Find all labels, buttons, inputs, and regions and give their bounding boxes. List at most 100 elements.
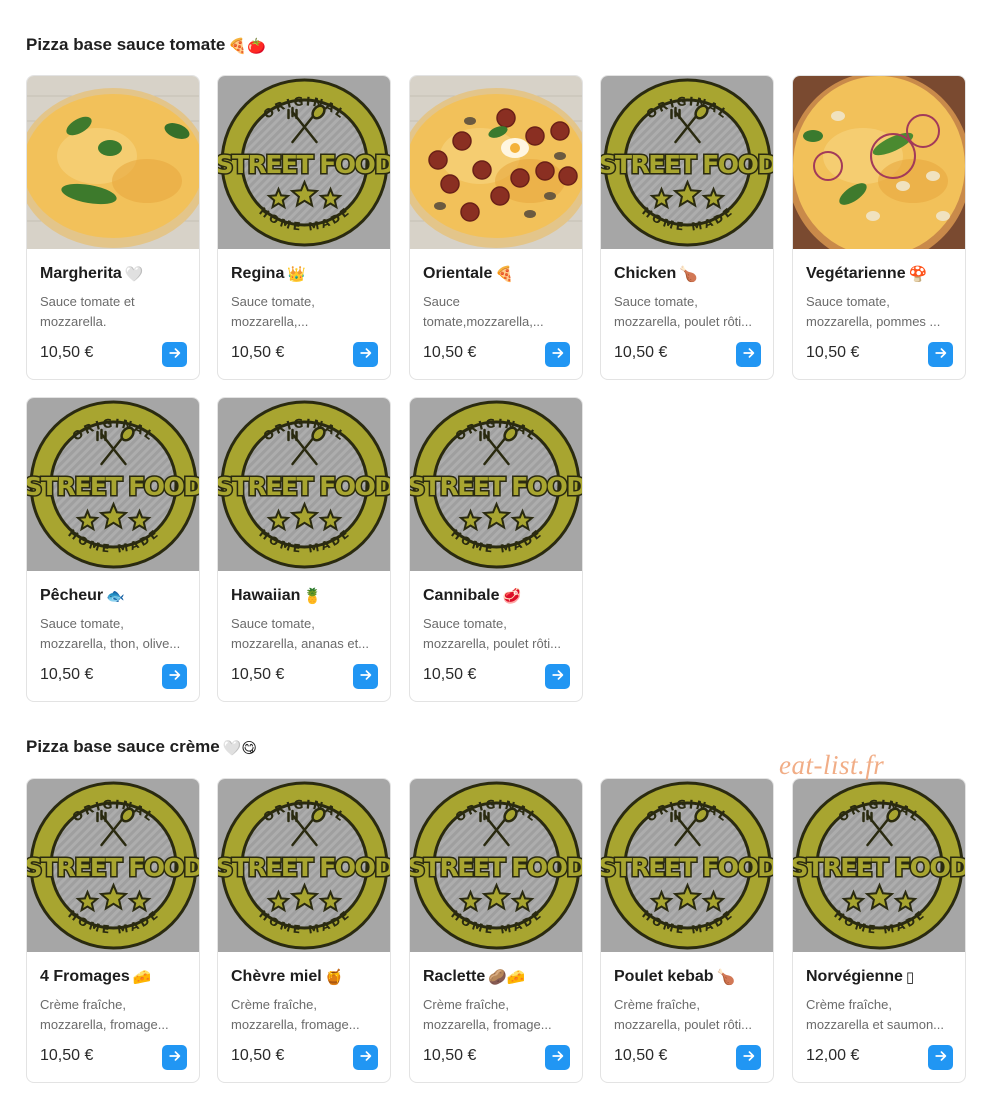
product-name: Cannibale 🥩 xyxy=(423,587,522,605)
svg-text:STREET FOOD: STREET FOOD xyxy=(27,472,199,501)
arrow-right-icon xyxy=(168,668,182,685)
product-name: Raclette 🥔🧀 xyxy=(423,968,526,986)
product-description: Sauce tomate, mozzarella, poulet rôti... xyxy=(614,294,753,329)
product-price: 10,50 € xyxy=(423,1047,477,1064)
arrow-right-icon xyxy=(551,1049,565,1066)
add-to-cart-button[interactable] xyxy=(736,342,761,367)
product-card[interactable]: ORIGINAL HOME MADE STREET FOOD Poulet ke… xyxy=(600,778,774,1083)
arrow-right-icon xyxy=(168,1049,182,1066)
product-image: ORIGINAL HOME MADE STREET FOOD xyxy=(218,398,390,571)
arrow-right-icon xyxy=(359,1049,373,1066)
product-price: 10,50 € xyxy=(40,344,94,361)
add-to-cart-button[interactable] xyxy=(353,342,378,367)
product-card[interactable]: ORIGINAL HOME MADE STREET FOOD Chicken 🍗 … xyxy=(600,75,774,380)
svg-text:STREET FOOD: STREET FOOD xyxy=(793,853,965,882)
arrow-right-icon xyxy=(551,668,565,685)
product-price: 10,50 € xyxy=(231,666,285,683)
product-card[interactable]: ORIGINAL HOME MADE STREET FOOD Raclette 🥔… xyxy=(409,778,583,1083)
product-price: 10,50 € xyxy=(423,344,477,361)
product-description: Sauce tomate, mozzarella, ananas et... xyxy=(231,616,370,651)
product-image: ORIGINAL HOME MADE STREET FOOD xyxy=(27,398,199,571)
product-image xyxy=(27,76,199,249)
add-to-cart-button[interactable] xyxy=(545,342,570,367)
add-to-cart-button[interactable] xyxy=(545,1045,570,1070)
add-to-cart-button[interactable] xyxy=(928,342,953,367)
product-card[interactable]: ORIGINAL HOME MADE STREET FOOD Chèvre mi… xyxy=(217,778,391,1083)
product-name: Margherita 🤍 xyxy=(40,265,144,283)
product-image: ORIGINAL HOME MADE STREET FOOD xyxy=(218,779,390,952)
svg-text:STREET FOOD: STREET FOOD xyxy=(218,150,390,179)
product-name: Pêcheur 🐟 xyxy=(40,587,125,605)
arrow-right-icon xyxy=(742,346,756,363)
product-image xyxy=(793,76,965,249)
product-card[interactable]: ORIGINAL HOME MADE STREET FOOD Hawaiian 🍍… xyxy=(217,397,391,702)
product-description: Sauce tomate, mozzarella, thon, olive... xyxy=(40,616,181,651)
product-price: 10,50 € xyxy=(40,1047,94,1064)
product-name: Norvégienne ▯ xyxy=(806,968,915,986)
arrow-right-icon xyxy=(168,346,182,363)
svg-text:STREET FOOD: STREET FOOD xyxy=(410,853,582,882)
product-name: 4 Fromages 🧀 xyxy=(40,968,152,986)
product-image: ORIGINAL HOME MADE STREET FOOD xyxy=(410,779,582,952)
product-price: 10,50 € xyxy=(806,344,860,361)
arrow-right-icon xyxy=(359,346,373,363)
svg-text:STREET FOOD: STREET FOOD xyxy=(601,853,773,882)
product-card[interactable]: ORIGINAL HOME MADE STREET FOOD Cannibale… xyxy=(409,397,583,702)
add-to-cart-button[interactable] xyxy=(928,1045,953,1070)
add-to-cart-button[interactable] xyxy=(162,342,187,367)
product-image xyxy=(410,76,582,249)
product-image: ORIGINAL HOME MADE STREET FOOD xyxy=(410,398,582,571)
svg-text:STREET FOOD: STREET FOOD xyxy=(218,472,390,501)
arrow-right-icon xyxy=(934,346,948,363)
product-description: Crème fraîche, mozzarella et saumon... xyxy=(806,997,945,1032)
product-image: ORIGINAL HOME MADE STREET FOOD xyxy=(601,779,773,952)
watermark: eat-list.fr xyxy=(779,750,885,780)
section-title-tomate: Pizza base sauce tomate 🍕🍅 xyxy=(26,35,266,55)
add-to-cart-button[interactable] xyxy=(353,664,378,689)
product-image: ORIGINAL HOME MADE STREET FOOD xyxy=(793,779,965,952)
product-name: Chèvre miel 🍯 xyxy=(231,968,344,986)
product-name: Poulet kebab 🍗 xyxy=(614,968,736,986)
product-card[interactable]: Vegétarienne 🍄 Sauce tomate, mozzarella, … xyxy=(792,75,966,380)
product-name: Hawaiian 🍍 xyxy=(231,587,323,605)
svg-text:STREET FOOD: STREET FOOD xyxy=(601,150,773,179)
add-to-cart-button[interactable] xyxy=(736,1045,761,1070)
product-description: Sauce tomate et mozzarella. xyxy=(40,294,135,329)
section-title-creme: Pizza base sauce crème 🤍😋 xyxy=(26,737,258,757)
product-card[interactable]: Orientale 🍕 Sauce tomate,mozzarella,... 1… xyxy=(409,75,583,380)
product-card[interactable]: ORIGINAL HOME MADE STREET FOOD Norvégien… xyxy=(792,778,966,1083)
product-description: Crème fraîche, mozzarella, poulet rôti..… xyxy=(614,997,753,1032)
product-name: Regina 👑 xyxy=(231,265,307,283)
product-name: Vegétarienne 🍄 xyxy=(806,265,928,283)
svg-text:STREET FOOD: STREET FOOD xyxy=(27,853,199,882)
add-to-cart-button[interactable] xyxy=(162,664,187,689)
product-price: 10,50 € xyxy=(231,1047,285,1064)
product-image: ORIGINAL HOME MADE STREET FOOD xyxy=(601,76,773,249)
product-price: 10,50 € xyxy=(614,344,668,361)
product-description: Sauce tomate,mozzarella,... xyxy=(423,294,544,329)
product-price: 10,50 € xyxy=(40,666,94,683)
svg-text:STREET FOOD: STREET FOOD xyxy=(218,853,390,882)
product-price: 10,50 € xyxy=(231,344,285,361)
product-description: Sauce tomate, mozzarella, pommes ... xyxy=(806,294,941,329)
product-name: Chicken 🍗 xyxy=(614,265,698,283)
product-card[interactable]: ORIGINAL HOME MADE STREET FOOD Regina 👑 S… xyxy=(217,75,391,380)
product-description: Crème fraîche, mozzarella, fromage... xyxy=(231,997,360,1032)
product-price: 12,00 € xyxy=(806,1047,860,1064)
product-card[interactable]: ORIGINAL HOME MADE STREET FOOD 4 Fromage… xyxy=(26,778,200,1083)
svg-text:STREET FOOD: STREET FOOD xyxy=(410,472,582,501)
product-image: ORIGINAL HOME MADE STREET FOOD xyxy=(218,76,390,249)
product-description: Sauce tomate, mozzarella,... xyxy=(231,294,315,329)
add-to-cart-button[interactable] xyxy=(545,664,570,689)
arrow-right-icon xyxy=(742,1049,756,1066)
add-to-cart-button[interactable] xyxy=(162,1045,187,1070)
arrow-right-icon xyxy=(934,1049,948,1066)
product-card[interactable]: Margherita 🤍 Sauce tomate et mozzarella. … xyxy=(26,75,200,380)
product-card[interactable]: ORIGINAL HOME MADE STREET FOOD Pêcheur 🐟 … xyxy=(26,397,200,702)
product-price: 10,50 € xyxy=(614,1047,668,1064)
product-description: Crème fraîche, mozzarella, fromage... xyxy=(423,997,552,1032)
add-to-cart-button[interactable] xyxy=(353,1045,378,1070)
product-price: 10,50 € xyxy=(423,666,477,683)
arrow-right-icon xyxy=(551,346,565,363)
product-name: Orientale 🍕 xyxy=(423,265,515,283)
